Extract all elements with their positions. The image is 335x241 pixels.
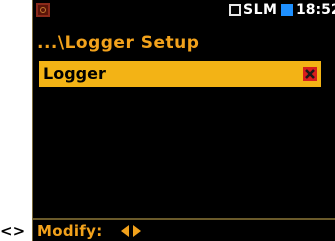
status-bar: SLM 18:52 — [33, 0, 335, 20]
logger-checkbox[interactable] — [303, 67, 317, 81]
mode-square-icon — [229, 4, 241, 16]
device-app-icon[interactable] — [36, 3, 50, 17]
menu-item-label: Logger — [43, 64, 106, 83]
page-prefix: <> — [0, 222, 26, 240]
clock-time: 18:52 — [296, 2, 335, 18]
menu-item-logger[interactable]: Logger — [39, 61, 321, 87]
modify-hint: Modify: — [37, 222, 103, 240]
x-icon — [305, 69, 315, 79]
menu-list: Logger — [33, 56, 335, 216]
footer-hint-bar: Modify: — [33, 218, 335, 241]
title-bar: ...\Logger Setup — [33, 30, 335, 56]
arrow-right-icon — [133, 225, 141, 237]
mode-label: SLM — [243, 2, 278, 18]
arrow-left-icon — [121, 225, 129, 237]
device-screen: SLM 18:52 ...\Logger Setup Logger Modify… — [32, 0, 335, 241]
screen-title: ...\Logger Setup — [37, 33, 200, 53]
battery-icon — [281, 4, 293, 16]
